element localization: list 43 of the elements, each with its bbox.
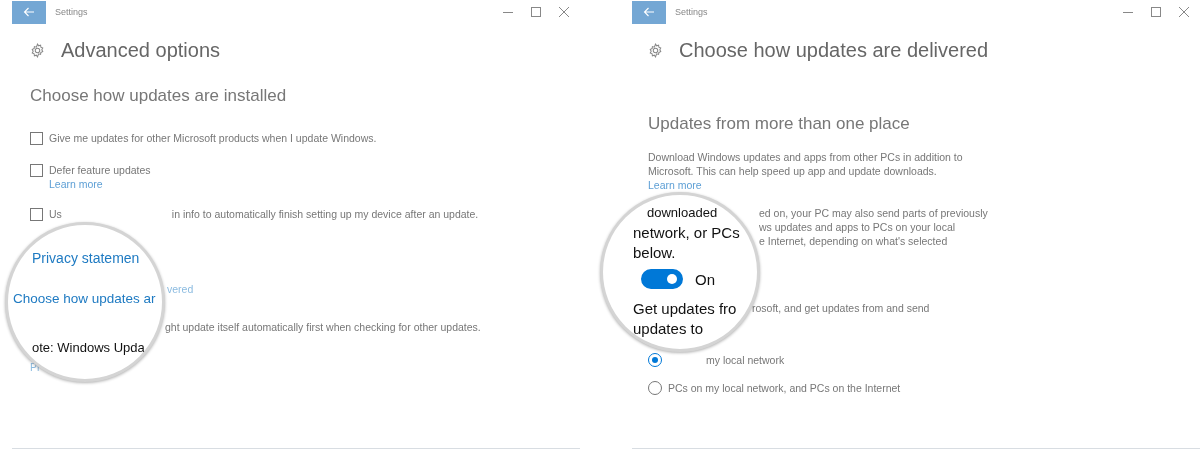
link[interactable]: vered: [167, 283, 194, 295]
option-label: Defer feature updates: [49, 164, 151, 176]
magnified-text: ote: Windows Upda: [32, 340, 146, 355]
magnified-text: below.: [633, 243, 677, 263]
learn-more-link[interactable]: Learn more: [648, 179, 702, 191]
toggle-switch[interactable]: [641, 269, 683, 289]
option-label: Give me updates for other Microsoft products when I update Windows.: [49, 132, 377, 144]
magnified-text: updates to: [633, 319, 705, 339]
arrow-icon: [643, 7, 655, 17]
maximize-icon[interactable]: [1150, 6, 1162, 18]
magnified-link[interactable]: Privacy statemen: [32, 250, 162, 266]
settings-icon: [648, 42, 663, 58]
section-title: Updates from more than one place: [648, 114, 910, 134]
note-text: ght update itself automatically first when checking for other updates.: [165, 321, 481, 333]
close-icon[interactable]: [558, 6, 570, 18]
description-text: rosoft, and get updates from and send: [752, 301, 930, 315]
arrow-icon: [23, 7, 35, 17]
toggle-label: On: [695, 270, 715, 288]
close-icon[interactable]: [1178, 6, 1190, 18]
page-heading: Advanced options: [61, 38, 220, 62]
checkbox[interactable]: [30, 207, 43, 221]
radio-label: PCs on my local network, and PCs on the Internet: [668, 382, 901, 394]
radio-label: my local network: [706, 354, 785, 366]
option-label: in info to automatically finish setting up my device after an update.: [171, 208, 479, 220]
window-title: Settings: [675, 7, 708, 17]
back-button[interactable]: [12, 0, 46, 24]
window-title: Settings: [55, 7, 88, 17]
checkbox[interactable]: [30, 163, 43, 177]
settings-icon: [30, 42, 45, 58]
page-heading: Choose how updates are delivered: [679, 38, 989, 62]
option-label: Us: [49, 208, 62, 220]
magnified-text: downloaded: [647, 204, 719, 222]
checkbox[interactable]: [30, 131, 43, 145]
magnified-link[interactable]: Choose how updates ar: [13, 291, 162, 306]
description-text: Download Windows updates and apps from other PCs in addition to Microsoft. This can help speed up app and update downloads.: [648, 150, 964, 178]
section-title: Choose how updates are installed: [30, 86, 287, 106]
description-text: e Internet, depending on what's selected: [759, 234, 948, 248]
back-button[interactable]: [632, 0, 666, 24]
magnified-text: network, or PCs: [633, 223, 741, 243]
maximize-icon[interactable]: [530, 6, 542, 18]
learn-more-link[interactable]: Learn more: [49, 178, 103, 190]
description-text: ws updates and apps to PCs on your local: [759, 220, 956, 234]
description-text: ed on, your PC may also send parts of previously: [759, 206, 988, 220]
